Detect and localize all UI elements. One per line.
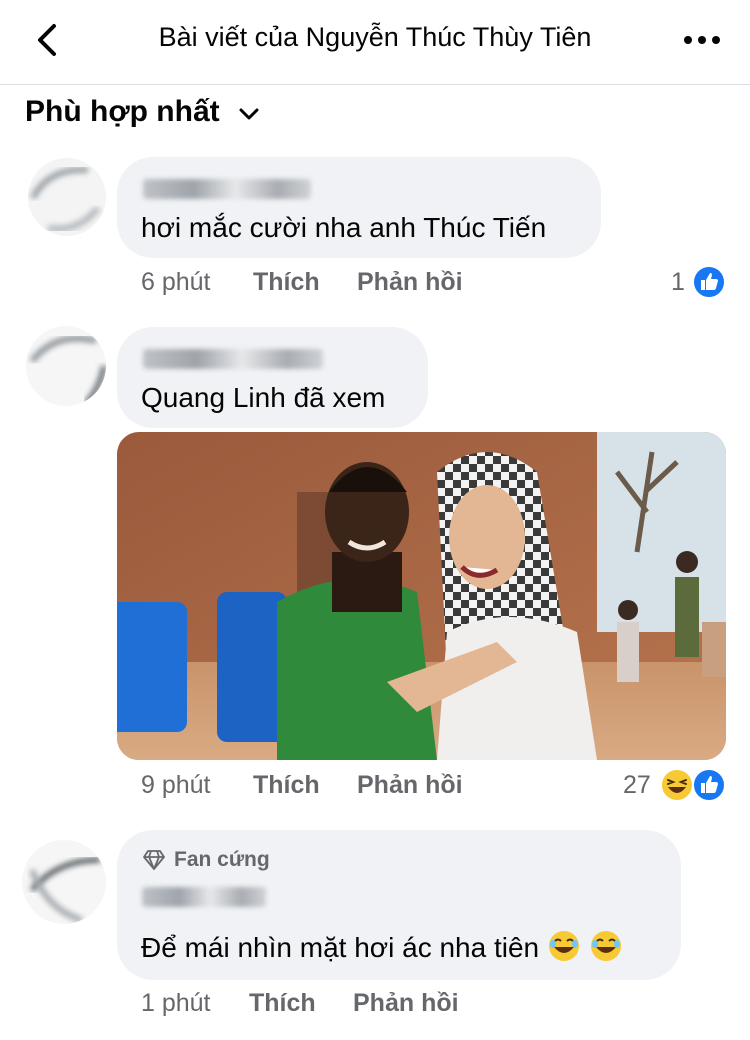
comment-meta: 6 phút [141,268,211,297]
comment-text: Quang Linh đã xem [141,382,386,413]
page-title: Bài viết của Nguyễn Thúc Thùy Tiên [158,22,592,52]
reply-button[interactable]: Phản hồi [357,268,463,296]
comment-text: Để mái nhìn mặt hơi ác nha tiên [141,932,540,963]
comment-actions-reply: Phản hồi [357,771,463,800]
like-button[interactable]: Thích [249,989,316,1017]
comment-time: 9 phút [141,771,211,799]
avatar[interactable] [26,326,106,406]
haha-reaction-icon [660,768,694,802]
avatar[interactable] [28,158,106,236]
comment-actions: Thích [253,771,320,800]
comment-photo[interactable] [117,432,726,760]
comment-text: hơi mắc cười nha anh Thúc Tiến [141,212,547,243]
reply-button[interactable]: Phản hồi [357,771,463,799]
comment-bubble: hơi mắc cười nha anh Thúc Tiến [117,157,601,258]
comment-text-row: Để mái nhìn mặt hơi ác nha tiên [141,929,623,964]
reaction-count[interactable]: 1 [671,268,685,297]
top-fan-badge: Fan cứng [142,848,270,872]
chevron-down-icon [239,108,259,120]
more-horizontal-icon[interactable] [682,28,722,52]
comment-time: 6 phút [141,268,211,296]
avatar[interactable] [22,840,106,924]
like-button[interactable]: Thích [253,771,320,799]
commenter-name-redacted [143,179,311,199]
like-button[interactable]: Thích [253,268,320,296]
comment-meta: 9 phút [141,771,211,800]
like-reaction-icon [692,768,726,802]
reply-button[interactable]: Phản hồi [353,989,459,1017]
reaction-count[interactable]: 27 [623,771,651,800]
comment-actions-reply: Phản hồi [353,989,459,1018]
badge-label: Fan cứng [174,848,270,871]
laughing-emoji [548,931,579,961]
sort-label: Phù hợp nhất [25,95,220,128]
sort-dropdown[interactable]: Phù hợp nhất [25,92,260,132]
comment-actions-reply: Phản hồi [357,268,463,297]
commenter-name-redacted [143,349,323,369]
top-bar: Bài viết của Nguyễn Thúc Thùy Tiên [0,0,750,85]
laughing-emoji [590,931,621,961]
comment-actions: Thích [253,268,320,297]
comment-bubble: Quang Linh đã xem [117,327,428,428]
commenter-name-redacted [142,887,266,907]
comment-time: 1 phút [141,989,211,1017]
comment-actions: Thích [249,989,316,1018]
comment-meta: 1 phút [141,989,211,1018]
diamond-icon [143,850,165,870]
like-reaction-icon [692,265,726,299]
